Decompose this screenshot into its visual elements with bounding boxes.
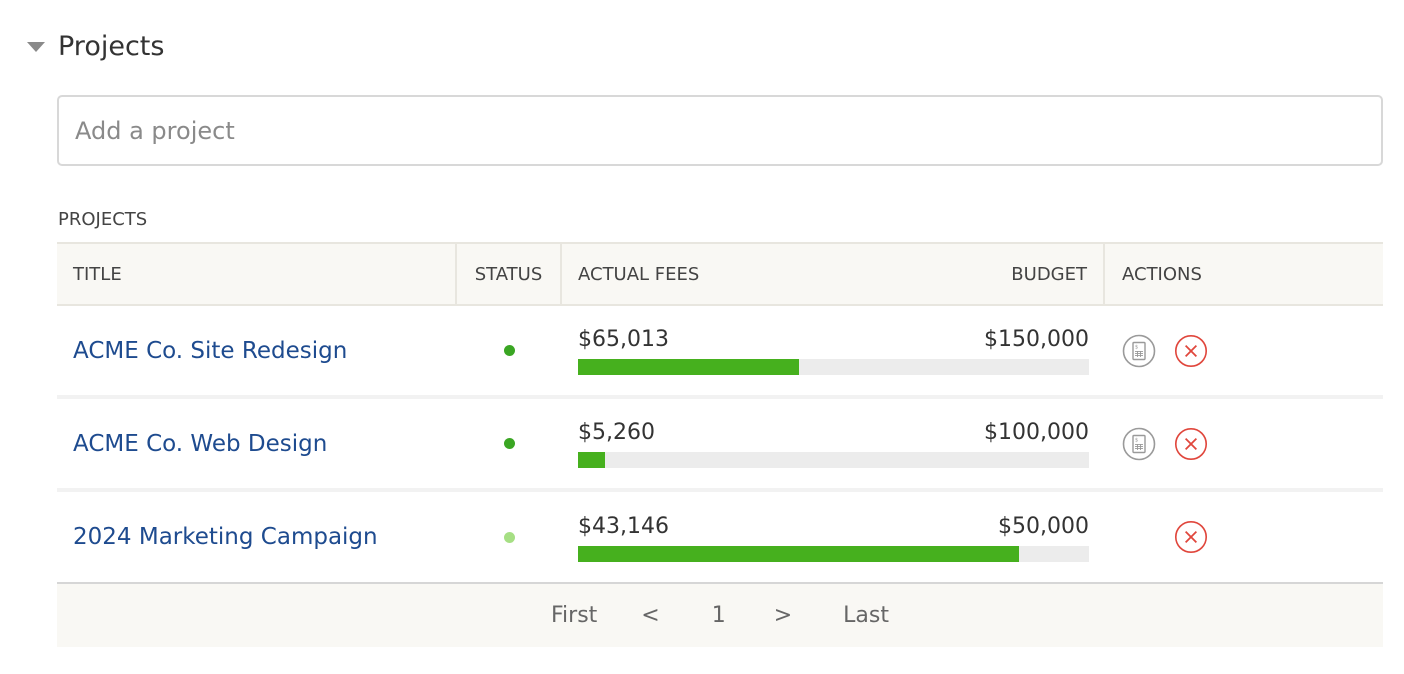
budget-progress-fill: [578, 359, 800, 375]
budget-progress-bar: [578, 452, 1089, 468]
pagination-first[interactable]: First: [551, 603, 597, 628]
budget-value: $50,000: [998, 513, 1089, 539]
header-actions: ACTIONS: [1105, 244, 1383, 304]
fees-labels: $43,146 $50,000: [578, 513, 1089, 541]
table-header: TITLE STATUS ACTUAL FEES BUDGET ACTIONS: [57, 242, 1383, 306]
row-actions: $: [1122, 334, 1208, 368]
budget-progress-bar: [578, 359, 1089, 375]
budget-value: $150,000: [984, 327, 1089, 352]
actual-fees-value: $65,013: [578, 327, 669, 352]
cell-actions: $: [1105, 399, 1383, 488]
actual-fees-value: $5,260: [578, 420, 655, 445]
pagination-last[interactable]: Last: [843, 603, 889, 628]
budget-progress-fill: [578, 545, 1019, 562]
table-row: ACME Co. Site Redesign $65,013 $150,000: [57, 306, 1383, 399]
header-budget-label: BUDGET: [1011, 263, 1087, 285]
projects-table: TITLE STATUS ACTUAL FEES BUDGET ACTIONS …: [57, 242, 1383, 647]
status-dot: [504, 531, 515, 543]
cell-fees: $5,260 $100,000: [562, 399, 1105, 488]
row-actions: [1122, 520, 1208, 554]
pagination-prev[interactable]: <: [641, 603, 659, 628]
caret-down-icon: [27, 42, 45, 52]
add-project-input[interactable]: [57, 95, 1383, 166]
header-status-label: STATUS: [474, 263, 543, 285]
header-status: STATUS: [457, 244, 562, 304]
fees-labels: $65,013 $150,000: [578, 326, 1089, 354]
table-row: 2024 Marketing Campaign $43,146 $50,000: [57, 492, 1383, 584]
remove-button[interactable]: [1174, 520, 1208, 554]
remove-button[interactable]: [1174, 334, 1208, 368]
pagination-next[interactable]: >: [774, 603, 792, 628]
header-fees: ACTUAL FEES BUDGET: [562, 244, 1105, 304]
header-actual-fees-label: ACTUAL FEES: [578, 263, 700, 285]
action-spacer: [1122, 520, 1156, 554]
cell-status: [457, 399, 562, 488]
header-title: TITLE: [57, 244, 457, 304]
remove-icon: [1174, 334, 1208, 367]
svg-text:$: $: [1135, 437, 1138, 443]
project-link[interactable]: 2024 Marketing Campaign: [73, 524, 378, 550]
budget-progress-fill: [578, 452, 605, 468]
cell-actions: $: [1105, 306, 1383, 395]
remove-button[interactable]: [1174, 427, 1208, 461]
fees-wrap: $43,146 $50,000: [578, 513, 1089, 562]
fees-wrap: $65,013 $150,000: [578, 326, 1089, 375]
actual-fees-value: $43,146: [578, 513, 669, 539]
cell-title: 2024 Marketing Campaign: [57, 492, 457, 582]
header-title-label: TITLE: [73, 263, 122, 285]
status-dot: [504, 438, 515, 449]
cell-title: ACME Co. Site Redesign: [57, 306, 457, 395]
pagination-page-1[interactable]: 1: [712, 603, 726, 628]
cell-status: [457, 306, 562, 395]
remove-icon: [1174, 427, 1208, 460]
section-title: Projects: [58, 30, 165, 62]
budget-value: $100,000: [984, 420, 1089, 445]
invoice-icon: $: [1122, 334, 1156, 367]
cell-fees: $43,146 $50,000: [562, 492, 1105, 582]
header-actions-label: ACTIONS: [1122, 263, 1202, 285]
status-dot: [504, 345, 515, 356]
pagination: First < 1 > Last: [57, 584, 1383, 647]
fees-wrap: $5,260 $100,000: [578, 419, 1089, 468]
invoice-button[interactable]: $: [1122, 427, 1156, 461]
table-caption: PROJECTS: [58, 209, 148, 230]
budget-progress-bar: [578, 545, 1089, 562]
svg-text:$: $: [1135, 344, 1138, 350]
project-link[interactable]: ACME Co. Web Design: [73, 431, 327, 457]
cell-fees: $65,013 $150,000: [562, 306, 1105, 395]
cell-title: ACME Co. Web Design: [57, 399, 457, 488]
cell-status: [457, 492, 562, 582]
fees-labels: $5,260 $100,000: [578, 419, 1089, 447]
projects-page: Projects PROJECTS TITLE STATUS ACTUAL FE…: [0, 0, 1404, 674]
project-link[interactable]: ACME Co. Site Redesign: [73, 338, 347, 364]
table-row: ACME Co. Web Design $5,260 $100,000 $: [57, 399, 1383, 492]
cell-actions: [1105, 492, 1383, 582]
remove-icon: [1174, 520, 1208, 554]
projects-section-toggle[interactable]: Projects: [27, 26, 164, 66]
row-actions: $: [1122, 427, 1208, 461]
invoice-icon: $: [1122, 427, 1156, 460]
invoice-button[interactable]: $: [1122, 334, 1156, 368]
